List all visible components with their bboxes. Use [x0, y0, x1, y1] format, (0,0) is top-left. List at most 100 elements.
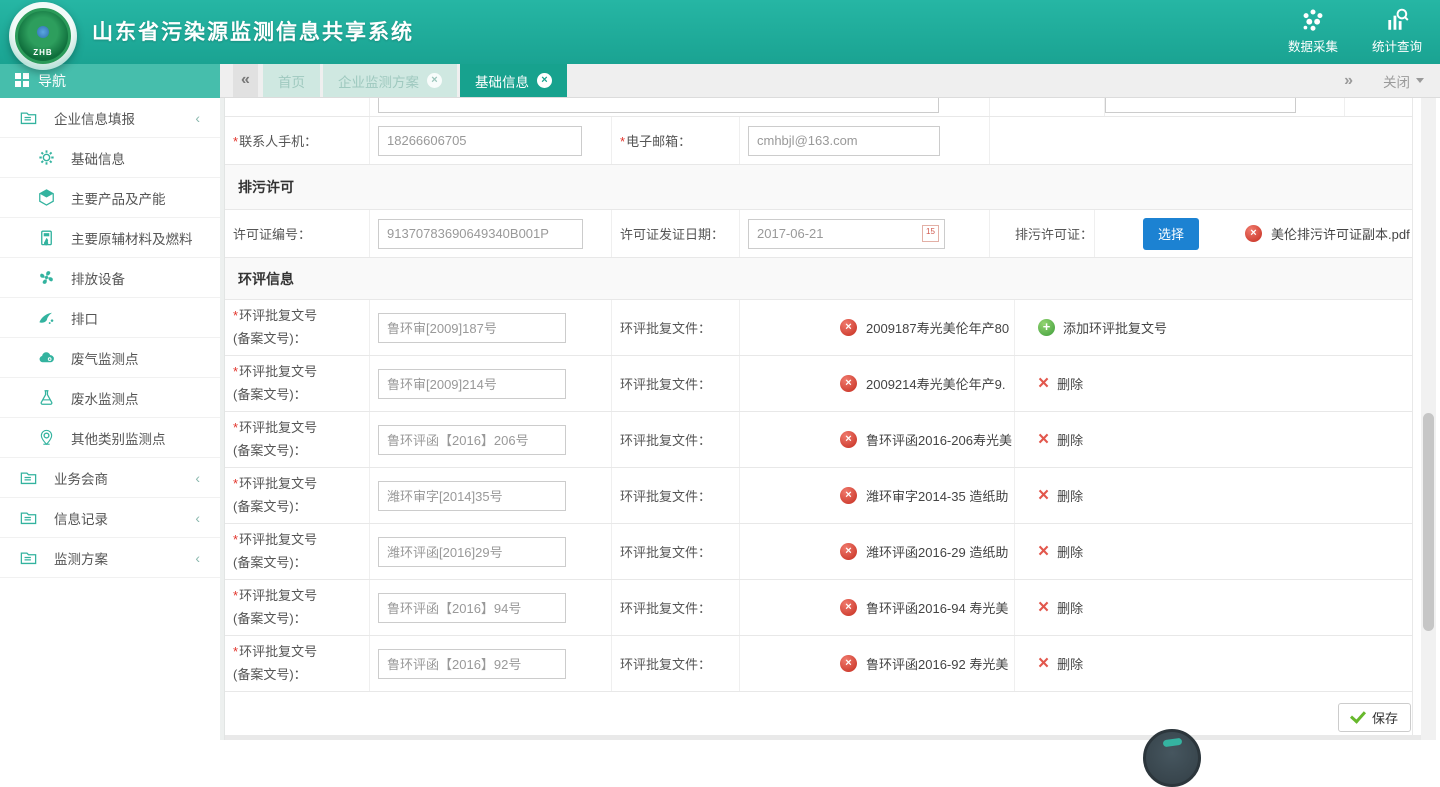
sidebar-item[interactable]: 废水监测点 [0, 378, 220, 418]
eia-doc-input[interactable] [378, 481, 566, 511]
stats-query-button[interactable]: 统计查询 [1366, 7, 1428, 55]
clipped-input[interactable] [378, 98, 939, 113]
menu-grid-icon [15, 73, 29, 90]
sidebar-item[interactable]: 企业信息填报‹ [0, 98, 220, 138]
eia-doc-label: *环评批复文号(备案文号)： [233, 361, 317, 407]
delete-row-button[interactable]: 删除 [1057, 654, 1083, 673]
eia-file-name[interactable]: 鲁环评函2016-94 寿光美 [866, 598, 1008, 617]
eia-file-label: 环评批复文件： [620, 654, 711, 673]
sidebar-item[interactable]: 排放设备 [0, 258, 220, 298]
sidebar-item[interactable]: 业务会商‹ [0, 458, 220, 498]
eia-file-name[interactable]: 鲁环评函2016-92 寿光美 [866, 654, 1008, 673]
sidebar-item[interactable]: 排口 [0, 298, 220, 338]
eia-file-name[interactable]: 鲁环评函2016-206寿光美 [866, 430, 1012, 449]
issue-date-input[interactable] [748, 219, 945, 249]
eia-file-label: 环评批复文件： [620, 374, 711, 393]
eia-doc-input[interactable] [378, 425, 566, 455]
sidebar-item[interactable]: 主要原辅材料及燃料 [0, 218, 220, 258]
header-actions: 数据采集 统计查询 [1282, 7, 1428, 55]
eia-doc-label: *环评批复文号(备案文号)： [233, 305, 317, 351]
eia-file-name[interactable]: 潍环审字2014-35 造纸助 [866, 486, 1008, 505]
chevron-collapse-icon[interactable]: ‹ [195, 110, 200, 126]
remove-file-icon[interactable]: × [840, 543, 857, 560]
remove-file-icon[interactable]: × [840, 599, 857, 616]
sidebar-item[interactable]: 基础信息 [0, 138, 220, 178]
floating-widget-button[interactable] [1143, 729, 1201, 787]
delete-icon[interactable]: × [1038, 599, 1049, 616]
delete-icon[interactable]: × [1038, 487, 1049, 504]
remove-file-icon[interactable]: × [840, 487, 857, 504]
delete-icon[interactable]: × [1038, 655, 1049, 672]
choose-file-button[interactable]: 选择 [1143, 218, 1199, 250]
delete-icon[interactable]: × [1038, 375, 1049, 392]
eia-doc-input[interactable] [378, 649, 566, 679]
clipped-input[interactable] [1105, 98, 1296, 113]
eia-file-name[interactable]: 潍环评函2016-29 造纸助 [866, 542, 1008, 561]
eia-row: *环评批复文号(备案文号)：环评批复文件：×鲁环评函2016-92 寿光美×删除 [225, 636, 1412, 692]
delete-row-button[interactable]: 删除 [1057, 430, 1083, 449]
fan-icon [36, 268, 56, 288]
add-eia-doc-button[interactable]: 添加环评批复文号 [1063, 318, 1167, 337]
close-menu-button[interactable]: 关闭 [1383, 71, 1424, 91]
delete-row-button[interactable]: 删除 [1057, 598, 1083, 617]
eia-doc-input[interactable] [378, 369, 566, 399]
delete-row-button[interactable]: 删除 [1057, 542, 1083, 561]
chevron-collapse-icon[interactable]: ‹ [195, 510, 200, 526]
eia-file-label: 环评批复文件： [620, 430, 711, 449]
outfall-icon [36, 308, 56, 328]
scrollbar-thumb[interactable] [1423, 413, 1434, 631]
clipped-form-row [225, 98, 1412, 117]
eia-file-name[interactable]: 2009214寿光美伦年产9. [866, 374, 1005, 393]
folder-icon [18, 108, 38, 128]
eia-doc-label: *环评批复文号(备案文号)： [233, 529, 317, 575]
eia-doc-label: *环评批复文号(备案文号)： [233, 417, 317, 463]
calendar-icon[interactable]: 15 [922, 225, 939, 242]
sidebar-nav-header[interactable]: 导航 [0, 64, 220, 98]
eia-doc-input[interactable] [378, 313, 566, 343]
fuel-icon [36, 228, 56, 248]
permit-file-name[interactable]: 美伦排污许可证副本.pdf [1271, 224, 1410, 243]
folder-icon [18, 468, 38, 488]
tabs-scroll-right-button[interactable]: » [1344, 72, 1353, 90]
remove-file-icon[interactable]: × [840, 655, 857, 672]
delete-icon[interactable]: × [1038, 543, 1049, 560]
tab-item[interactable]: 基础信息× [460, 64, 567, 97]
license-no-input[interactable] [378, 219, 583, 249]
chevron-collapse-icon[interactable]: ‹ [195, 470, 200, 486]
permit-row: 许可证编号： 许可证发证日期： 15 排污许可证： 选择 × 美伦排污许可证副本 [225, 210, 1412, 258]
app-logo: ZHB [9, 2, 77, 70]
remove-file-icon[interactable]: × [840, 375, 857, 392]
add-icon[interactable]: + [1038, 319, 1055, 336]
eia-file-name[interactable]: 2009187寿光美伦年产80 [866, 318, 1009, 337]
issue-date-label: 许可证发证日期： [620, 224, 724, 243]
tab-close-icon[interactable]: × [537, 73, 552, 88]
eia-doc-input[interactable] [378, 537, 566, 567]
sidebar-item[interactable]: 主要产品及产能 [0, 178, 220, 218]
scrollbar-track[interactable] [1421, 98, 1436, 740]
remove-file-icon[interactable]: × [1245, 225, 1262, 242]
data-collection-button[interactable]: 数据采集 [1282, 7, 1344, 55]
delete-icon[interactable]: × [1038, 431, 1049, 448]
tab-close-icon[interactable]: × [427, 73, 442, 88]
email-input[interactable] [748, 126, 940, 156]
tab-item[interactable]: 首页 [263, 64, 320, 97]
sidebar-item[interactable]: 监测方案‹ [0, 538, 220, 578]
eia-row: *环评批复文号(备案文号)：环评批复文件：×2009187寿光美伦年产80+添加… [225, 300, 1412, 356]
sidebar-item[interactable]: 其他类别监测点 [0, 418, 220, 458]
remove-file-icon[interactable]: × [840, 319, 857, 336]
delete-row-button[interactable]: 删除 [1057, 486, 1083, 505]
sidebar-item[interactable]: 信息记录‹ [0, 498, 220, 538]
phone-input[interactable] [378, 126, 582, 156]
phone-label: *联系人手机： [233, 131, 317, 150]
tabs-scroll-left-button[interactable]: « [233, 64, 258, 97]
sidebar-item[interactable]: 废气监测点 [0, 338, 220, 378]
save-button[interactable]: 保存 [1338, 703, 1411, 732]
eia-file-label: 环评批复文件： [620, 598, 711, 617]
remove-file-icon[interactable]: × [840, 431, 857, 448]
delete-row-button[interactable]: 删除 [1057, 374, 1083, 393]
chevron-collapse-icon[interactable]: ‹ [195, 550, 200, 566]
page-title: 山东省污染源监测信息共享系统 [92, 16, 414, 46]
tab-item[interactable]: 企业监测方案× [323, 64, 457, 97]
eia-section-title: 环评信息 [238, 269, 294, 289]
eia-doc-input[interactable] [378, 593, 566, 623]
